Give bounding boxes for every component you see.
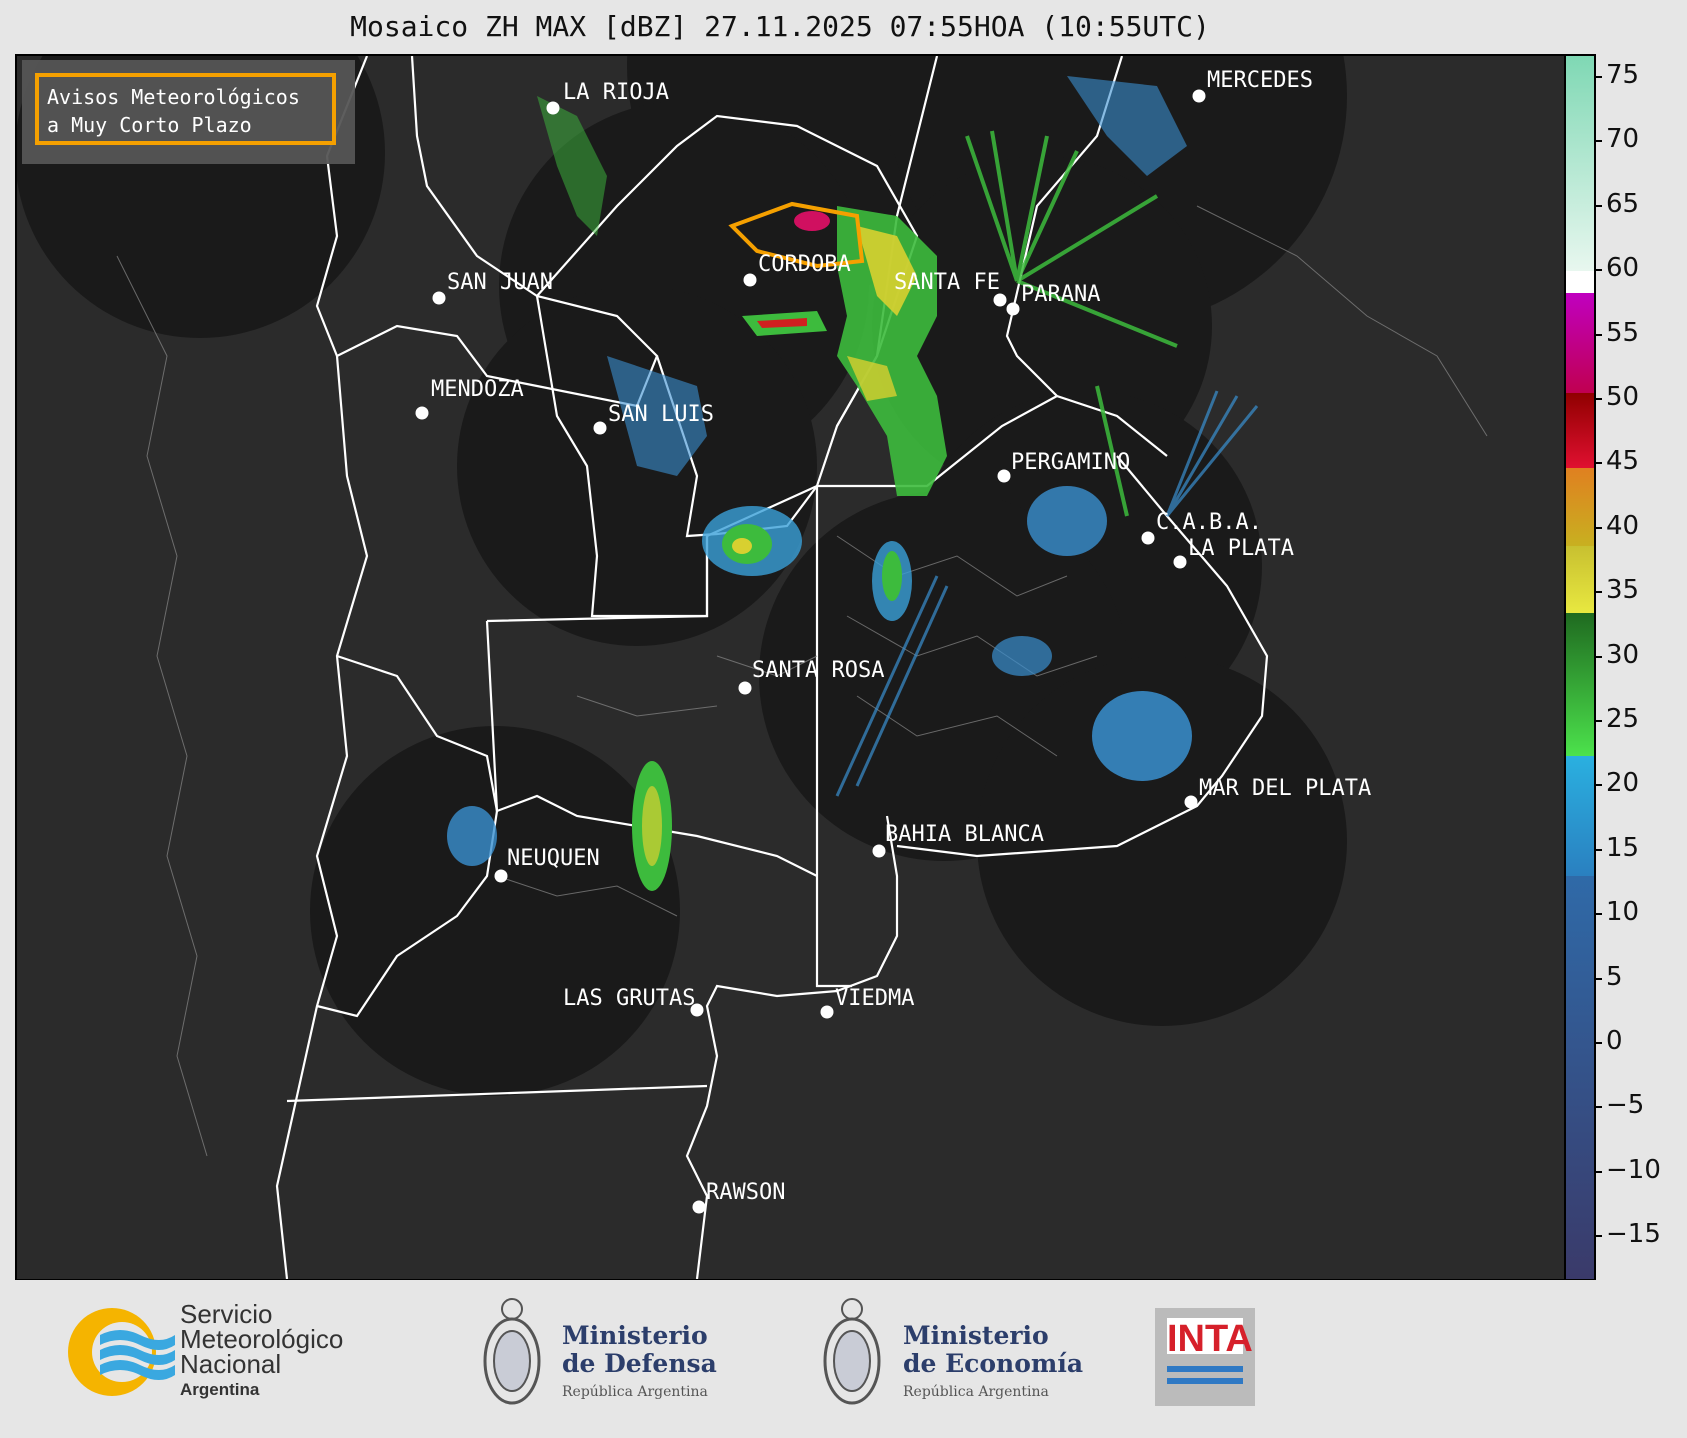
city-dot (593, 421, 607, 435)
smn-logo-icon (68, 1308, 175, 1396)
colorbar-tick (1594, 913, 1602, 916)
colorbar-tick (1594, 398, 1602, 400)
colorbar-tick-label: 65 (1606, 188, 1640, 219)
colorbar-tick (1594, 784, 1602, 787)
colorbar-tick (1594, 1170, 1602, 1173)
city-dot (1006, 302, 1020, 316)
city-dot (1184, 795, 1198, 809)
city-dot (1141, 531, 1155, 545)
defensa-logo-text: Ministerio de Defensa República Argentin… (562, 1321, 717, 1401)
city-label-las-grutas: LAS GRUTAS (563, 986, 696, 1011)
colorbar-tick-label: 25 (1606, 704, 1640, 734)
city-label-pergamino: PERGAMINO (1011, 450, 1131, 475)
colorbar (1564, 54, 1596, 1281)
colorbar-tick (1594, 1235, 1602, 1238)
city-label-parana: PARANA (1021, 282, 1101, 307)
colorbar-tick-label: 40 (1606, 510, 1640, 541)
city-dot (743, 273, 757, 287)
smn-logo-text: Servicio Meteorológico Nacional Argentin… (180, 1299, 344, 1399)
city-label-santa-rosa: SANTA ROSA (752, 658, 885, 683)
colorbar-tick-label: 60 (1606, 253, 1640, 284)
colorbar-tick (1594, 848, 1602, 851)
city-label-mendoza: MENDOZA (431, 377, 524, 402)
city-dot (872, 844, 886, 858)
coastline (685, 815, 899, 1279)
colorbar-tick-label: 70 (1606, 124, 1640, 155)
colorbar-tick-label: −5 (1606, 1090, 1645, 1121)
colorbar-tick-label: 15 (1606, 832, 1640, 863)
colorbar-tick-label: 45 (1606, 446, 1640, 477)
colorbar-tick (1594, 655, 1602, 658)
colorbar-tick-label: 10 (1606, 897, 1640, 928)
map-title: Mosaico ZH MAX [dBZ] 27.11.2025 07:55HOA… (350, 10, 1210, 43)
colorbar-tick (1594, 1106, 1602, 1109)
colorbar-tick-label: 75 (1606, 60, 1640, 90)
city-label-la-rioja: LA RIOJA (563, 80, 669, 105)
colorbar-tick-label: 55 (1606, 317, 1640, 348)
city-label-la-plata: LA PLATA (1188, 536, 1294, 561)
city-dot (993, 293, 1007, 307)
city-label-viedma: VIEDMA (835, 986, 915, 1011)
city-dot (692, 1200, 706, 1214)
colorbar-tick-label: 30 (1606, 639, 1640, 670)
colorbar-tick (1594, 140, 1602, 143)
city-dot (546, 101, 560, 115)
city-label-cordoba: CORDOBA (758, 252, 851, 277)
colorbar-tick (1594, 1042, 1602, 1044)
city-label-san-juan: SAN JUAN (447, 270, 553, 295)
city-label-rawson: RAWSON (706, 1180, 786, 1205)
colorbar-tick (1594, 333, 1602, 336)
colorbar-tick-label: 20 (1606, 768, 1640, 799)
warning-legend-label[interactable]: Avisos Meteorológicos a Muy Corto Plazo (35, 73, 336, 145)
city-dot (1192, 89, 1206, 103)
city-dot (820, 1005, 834, 1019)
colorbar-tick (1594, 76, 1602, 78)
colorbar-tick (1594, 269, 1602, 272)
city-dot (432, 291, 446, 305)
city-dot (415, 406, 429, 420)
inta-logo: INTA (1155, 1308, 1255, 1406)
colorbar-tick-label: −10 (1606, 1154, 1661, 1185)
city-label-neuquen: NEUQUEN (507, 846, 600, 871)
city-label-bahia-blanca: BAHIA BLANCA (885, 822, 1044, 847)
city-dot (738, 681, 752, 695)
colorbar-tick (1594, 591, 1602, 594)
city-label-mercedes: MERCEDES (1207, 68, 1313, 93)
city-label-san-luis: SAN LUIS (608, 402, 714, 427)
city-label-santa-fe: SANTA FE (894, 270, 1000, 295)
colorbar-tick-label: 35 (1606, 575, 1640, 606)
colorbar-tick-label: 0 (1606, 1026, 1623, 1056)
city-label-mar-del-plata: MAR DEL PLATA (1199, 776, 1372, 801)
economia-logo-text: Ministerio de Economía República Argenti… (903, 1321, 1084, 1401)
coat-of-arms-icon (483, 1298, 541, 1405)
colorbar-tick-label: 5 (1606, 961, 1623, 992)
inta-logo-text: INTA (1167, 1318, 1253, 1360)
colorbar-tick-label: 50 (1606, 382, 1640, 412)
colorbar-tick (1594, 204, 1602, 207)
city-dot (1173, 555, 1187, 569)
city-dot (494, 869, 508, 883)
city-label-caba: C.A.B.A. (1156, 510, 1262, 535)
colorbar-tick (1594, 977, 1602, 980)
colorbar-tick-label: −15 (1606, 1219, 1661, 1250)
city-dot (997, 469, 1011, 483)
colorbar-tick (1594, 720, 1602, 722)
coat-of-arms-icon (823, 1298, 881, 1405)
colorbar-tick (1594, 526, 1602, 529)
radar-map[interactable]: LA RIOJA MERCEDES SAN JUAN CORDOBA SANTA… (15, 54, 1566, 1281)
colorbar-tick (1594, 462, 1602, 465)
